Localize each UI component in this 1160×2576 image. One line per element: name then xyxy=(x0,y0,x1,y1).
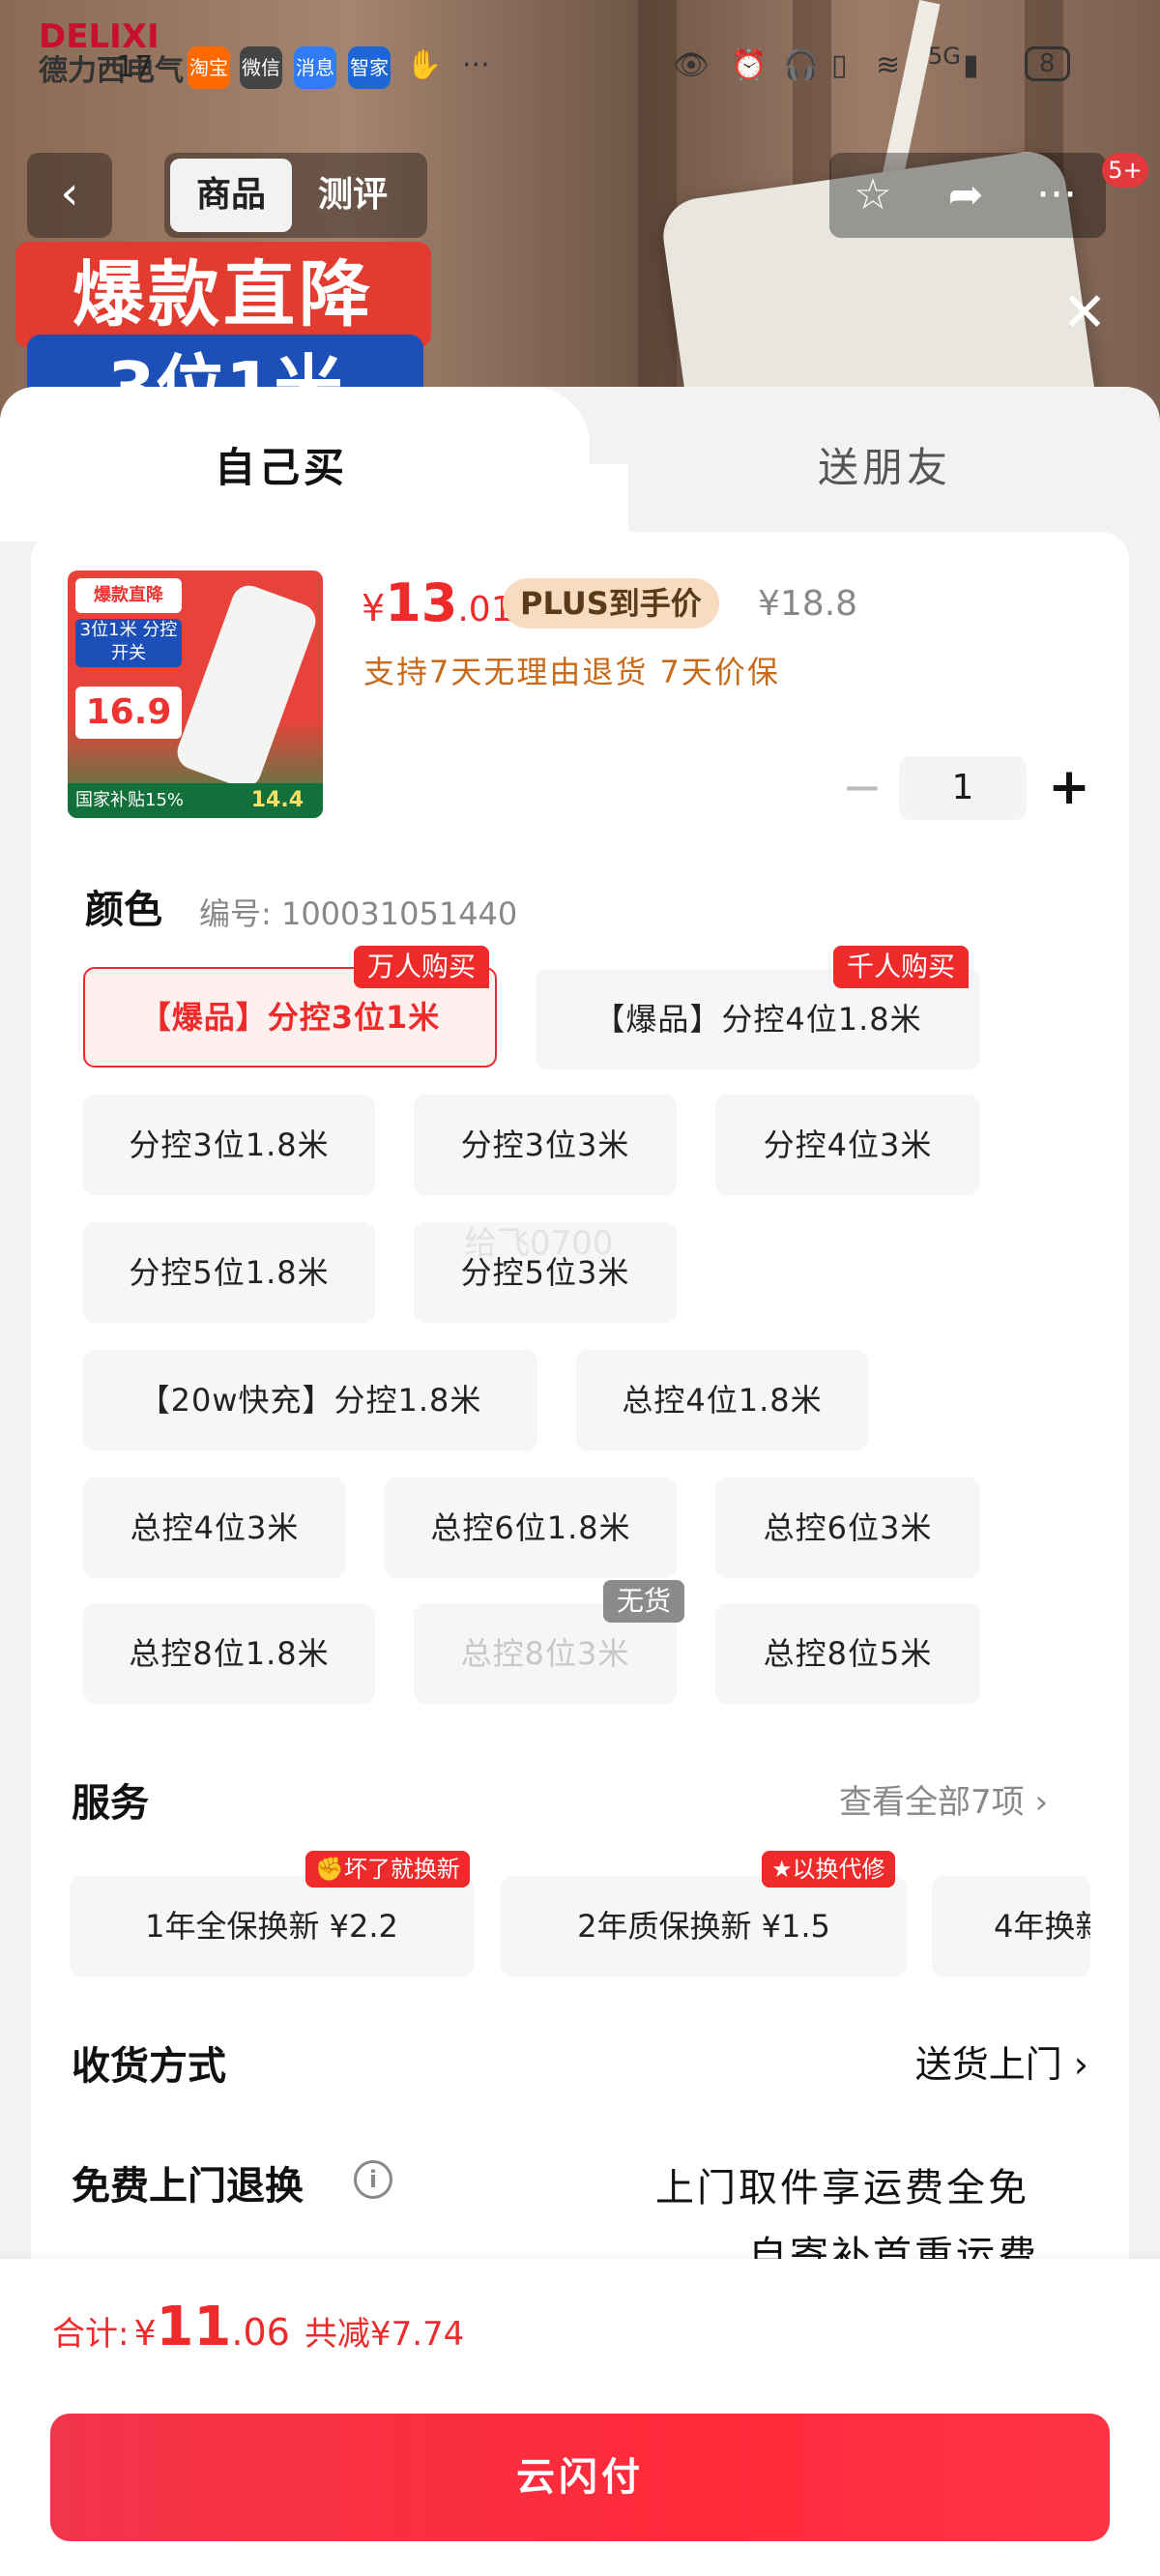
service-option[interactable]: 2年质保换新 ¥1.5 xyxy=(501,1876,907,1976)
service-tag: ★以换代修 xyxy=(762,1851,895,1888)
out-of-stock-tag: 无货 xyxy=(603,1580,685,1623)
top-navigation: ‹ 商品 测评 ☆ ➦ ··· xyxy=(0,153,1160,240)
color-option[interactable]: 分控4位3米 xyxy=(715,1095,980,1195)
power-strip-image xyxy=(172,580,321,793)
service-option[interactable]: 4年换新 xyxy=(932,1876,1090,1976)
watermark-text: 给飞0700 xyxy=(464,1224,614,1263)
taobao-app-icon: 淘宝 xyxy=(188,46,230,89)
back-button[interactable]: ‹ xyxy=(27,153,112,238)
color-option[interactable]: 总控6位3米 xyxy=(715,1478,980,1578)
thumb-subsidy: 国家补贴15% 14.4 xyxy=(68,783,323,818)
color-option[interactable]: 总控4位1.8米 xyxy=(576,1350,868,1450)
original-price: ¥18.8 xyxy=(758,584,858,624)
wifi-icon: ≋ xyxy=(876,48,901,82)
current-price: ¥13.01 xyxy=(362,572,513,633)
color-section-title: 颜色 xyxy=(85,888,162,932)
tab-product[interactable]: 商品 xyxy=(170,159,292,232)
sku-code: 编号: 100031051440 xyxy=(199,895,518,932)
favorite-star-icon[interactable]: ☆ xyxy=(829,153,916,238)
info-icon[interactable]: i xyxy=(354,2160,392,2199)
thumb-spec: 3位1米 分控开关 xyxy=(75,619,182,667)
return-policy-note: 支持7天无理由退货 7天价保 xyxy=(363,654,780,690)
tab-review[interactable]: 测评 xyxy=(292,159,414,232)
color-option[interactable]: 分控5位1.8米 xyxy=(83,1222,375,1323)
color-option[interactable]: 总控8位1.8米 xyxy=(83,1603,375,1704)
status-bar: 17 淘宝 微信 消息 智家 ✋ ··· 👁 ⏰ 🎧 ▯ ≋ 5G ▮ 8 xyxy=(0,39,1160,97)
alarm-icon: ⏰ xyxy=(731,48,768,82)
nav-tab-group: 商品 测评 xyxy=(164,153,427,238)
see-all-services-link[interactable]: 查看全部7项 › xyxy=(839,1775,1048,1823)
close-sheet-button[interactable]: ✕ xyxy=(1058,286,1112,340)
eye-icon: 👁 xyxy=(673,48,710,82)
pay-button[interactable]: 云闪付 xyxy=(50,2414,1110,2541)
quantity-decrease-button[interactable]: − xyxy=(837,758,887,820)
quantity-input[interactable]: 1 xyxy=(899,756,1027,820)
vibrate-icon: ▯ xyxy=(831,48,848,82)
color-option[interactable]: 总控4位3米 xyxy=(83,1478,346,1578)
popular-tag: 千人购买 xyxy=(833,946,970,988)
total-discount: 共减¥7.74 xyxy=(304,2315,465,2354)
wechat-app-icon: 微信 xyxy=(240,46,282,89)
color-option[interactable]: 总控8位5米 xyxy=(715,1603,980,1704)
more-dots-icon: ··· xyxy=(462,48,490,82)
nav-actions: ☆ ➦ ··· xyxy=(829,153,1106,238)
color-option[interactable]: 总控6位1.8米 xyxy=(385,1478,677,1578)
delivery-section-title: 收货方式 xyxy=(72,2044,226,2089)
free-return-title: 免费上门退换 xyxy=(72,2164,304,2209)
more-menu-icon[interactable]: ··· xyxy=(1013,153,1100,238)
service-tag: ✊坏了就换新 xyxy=(305,1851,470,1888)
order-total: 合计: ¥11.06 共减¥7.74 xyxy=(52,2296,465,2358)
color-option[interactable]: 分控3位1.8米 xyxy=(83,1095,375,1195)
chevron-left-icon: ‹ xyxy=(60,166,79,220)
tab-buy-for-self-label[interactable]: 自己买 xyxy=(215,435,348,494)
battery-icon: 8 xyxy=(1025,46,1070,81)
close-icon: ✕ xyxy=(1061,281,1108,344)
thumb-price: 16.9 xyxy=(75,687,182,739)
message-count-badge: 5+ xyxy=(1102,153,1148,188)
thumb-tag: 爆款直降 xyxy=(75,578,182,613)
status-time: 17 xyxy=(116,50,154,84)
signal-5g: 5G xyxy=(928,43,961,70)
star-icon: ★ xyxy=(771,1856,793,1883)
chevron-right-icon: › xyxy=(1073,2043,1088,2086)
smart-home-app-icon: 智家 xyxy=(348,46,391,89)
hand-icon: ✋ xyxy=(406,48,443,82)
promo-banner-headline: 爆款直降 xyxy=(15,242,431,348)
signal-bars-icon: ▮ xyxy=(963,48,979,82)
fist-icon: ✊ xyxy=(315,1856,344,1883)
quantity-increase-button[interactable]: + xyxy=(1044,758,1094,820)
popular-tag: 万人购买 xyxy=(354,946,490,988)
checkout-bar: 合计: ¥11.06 共减¥7.74 云闪付 xyxy=(0,2259,1160,2576)
service-option[interactable]: 1年全保换新 ¥2.2 xyxy=(70,1876,474,1976)
plus-price-badge: PLUS到手价 xyxy=(503,578,719,629)
color-option[interactable]: 【20w快充】分控1.8米 xyxy=(83,1350,537,1450)
tab-gift-friend[interactable]: 送朋友 xyxy=(818,435,951,494)
service-section-title: 服务 xyxy=(72,1781,149,1826)
product-thumbnail[interactable]: 爆款直降 3位1米 分控开关 16.9 国家补贴15% 14.4 xyxy=(68,571,323,818)
chevron-right-icon: › xyxy=(1034,1783,1049,1822)
delivery-method-selector[interactable]: 送货上门 › xyxy=(915,2034,1088,2088)
share-icon[interactable]: ➦ xyxy=(922,153,1009,238)
message-app-icon: 消息 xyxy=(294,46,336,89)
headphone-icon: 🎧 xyxy=(783,48,820,82)
color-option[interactable]: 分控3位3米 xyxy=(414,1095,677,1195)
